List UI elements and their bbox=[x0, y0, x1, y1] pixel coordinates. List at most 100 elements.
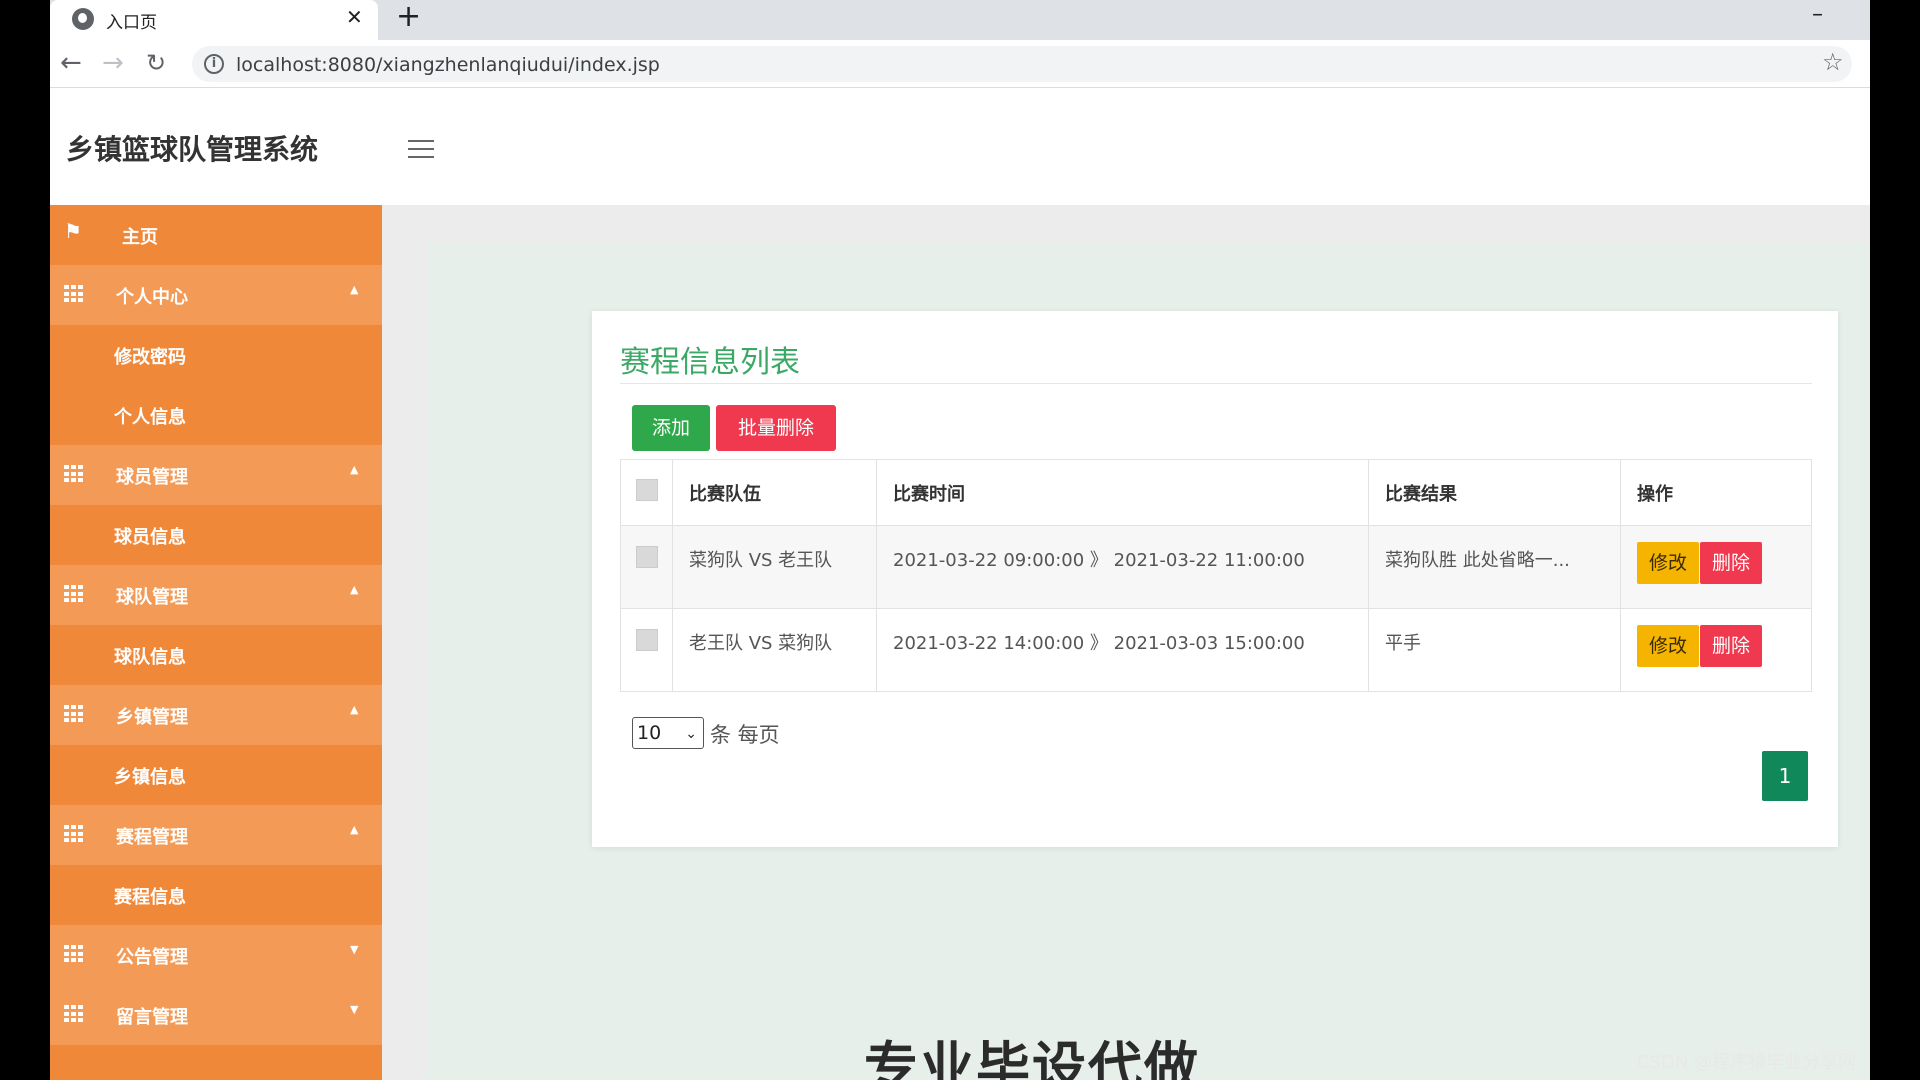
sidebar-group-announcements[interactable]: 公告管理 ▼ bbox=[50, 925, 382, 985]
sidebar-item-change-password[interactable]: 修改密码 bbox=[50, 325, 382, 385]
close-tab-icon[interactable]: ✕ bbox=[346, 6, 363, 28]
page-size-select[interactable]: 10 ⌄ bbox=[632, 717, 704, 749]
time-cell: 2021-03-22 09:00:00 》 2021-03-22 11:00:0… bbox=[876, 525, 1369, 609]
new-tab-button[interactable]: + bbox=[396, 2, 421, 32]
delete-button[interactable]: 删除 bbox=[1700, 542, 1763, 584]
sidebar-group-label: 赛程管理 bbox=[116, 827, 188, 848]
url-text[interactable]: localhost:8080/xiangzhenlanqiudui/index.… bbox=[236, 54, 660, 76]
delete-button[interactable]: 删除 bbox=[1700, 625, 1763, 667]
sidebar-group-personal[interactable]: 个人中心 ▲ bbox=[50, 265, 382, 325]
add-button[interactable]: 添加 bbox=[632, 405, 710, 451]
content-area: 赛程信息列表 添加 批量删除 比赛队伍 比赛时间 比赛结果 操作 菜狗队 VS … bbox=[428, 243, 1870, 1080]
grid-icon bbox=[64, 1005, 84, 1023]
sidebar-item-label: 个人信息 bbox=[114, 407, 186, 428]
watermark: CSDN @程序猿毕业分享网 bbox=[1636, 1052, 1856, 1073]
sidebar-item-label: 球队信息 bbox=[114, 647, 186, 668]
sidebar-group-teams[interactable]: 球队管理 ▲ bbox=[50, 565, 382, 625]
table-row: 菜狗队 VS 老王队 2021-03-22 09:00:00 》 2021-03… bbox=[620, 525, 1812, 609]
sidebar-group-label: 球队管理 bbox=[116, 587, 188, 608]
row-select-cell bbox=[620, 525, 673, 609]
sidebar-item-label: 赛程信息 bbox=[114, 887, 186, 908]
sidebar-item-label: 修改密码 bbox=[114, 347, 186, 368]
grid-icon bbox=[64, 585, 84, 603]
browser-tab[interactable]: 入口页 ✕ bbox=[50, 0, 378, 40]
grid-icon bbox=[64, 825, 84, 843]
sidebar-item-schedule-info[interactable]: 赛程信息 bbox=[50, 865, 382, 925]
time-cell: 2021-03-22 14:00:00 》 2021-03-03 15:00:0… bbox=[876, 608, 1369, 692]
sidebar-item-label: 乡镇信息 bbox=[114, 767, 186, 788]
back-arrow-icon[interactable]: ← bbox=[60, 49, 82, 77]
row-checkbox[interactable] bbox=[636, 546, 658, 568]
browser-window: 入口页 ✕ + – ← → ↻ i localhost:8080/xiangzh… bbox=[50, 0, 1870, 1080]
sidebar-item-label: 主页 bbox=[122, 227, 158, 248]
sidebar-group-label: 球员管理 bbox=[116, 467, 188, 488]
result-cell: 平手 bbox=[1368, 608, 1621, 692]
caret-up-icon: ▲ bbox=[350, 463, 359, 476]
page-title: 赛程信息列表 bbox=[620, 345, 800, 380]
column-header: 比赛时间 bbox=[876, 459, 1369, 526]
select-all-checkbox[interactable] bbox=[636, 479, 658, 501]
sidebar-group-label: 公告管理 bbox=[116, 947, 188, 968]
schedule-list-card: 赛程信息列表 添加 批量删除 比赛队伍 比赛时间 比赛结果 操作 菜狗队 VS … bbox=[592, 311, 1838, 847]
grid-icon bbox=[64, 285, 84, 303]
sidebar-group-towns[interactable]: 乡镇管理 ▲ bbox=[50, 685, 382, 745]
info-icon[interactable]: i bbox=[204, 54, 224, 74]
team-cell: 菜狗队 VS 老王队 bbox=[672, 525, 877, 609]
edit-button[interactable]: 修改 bbox=[1637, 625, 1700, 667]
sidebar-group-label: 乡镇管理 bbox=[116, 707, 188, 728]
team-cell: 老王队 VS 菜狗队 bbox=[672, 608, 877, 692]
bookmark-star-icon[interactable]: ☆ bbox=[1822, 48, 1844, 76]
batch-delete-button[interactable]: 批量删除 bbox=[716, 405, 836, 451]
grid-icon bbox=[64, 945, 84, 963]
app-header: 乡镇篮球队管理系统 bbox=[50, 88, 1870, 205]
caret-down-icon: ▼ bbox=[350, 1003, 359, 1016]
result-cell: 菜狗队胜 此处省略一... bbox=[1368, 525, 1621, 609]
table-row: 老王队 VS 菜狗队 2021-03-22 14:00:00 》 2021-03… bbox=[620, 608, 1812, 692]
sidebar-item-personal-info[interactable]: 个人信息 bbox=[50, 385, 382, 445]
schedule-table: 比赛队伍 比赛时间 比赛结果 操作 菜狗队 VS 老王队 2021-03-22 … bbox=[620, 459, 1812, 692]
page-size-label: 条 每页 bbox=[710, 723, 780, 747]
grid-icon bbox=[64, 705, 84, 723]
sidebar-group-label: 留言管理 bbox=[116, 1007, 188, 1028]
address-bar[interactable]: i localhost:8080/xiangzhenlanqiudui/inde… bbox=[192, 46, 1852, 82]
browser-toolbar: ← → ↻ i localhost:8080/xiangzhenlanqiudu… bbox=[50, 40, 1870, 88]
actions-cell: 修改 删除 bbox=[1620, 608, 1812, 692]
tab-title: 入口页 bbox=[106, 13, 157, 33]
page-size-value: 10 bbox=[637, 722, 662, 744]
caret-up-icon: ▲ bbox=[350, 583, 359, 596]
sidebar-group-schedule[interactable]: 赛程管理 ▲ bbox=[50, 805, 382, 865]
menu-toggle-icon[interactable] bbox=[408, 140, 434, 160]
tab-bar: 入口页 ✕ + – bbox=[50, 0, 1870, 40]
row-checkbox[interactable] bbox=[636, 629, 658, 651]
column-header: 比赛队伍 bbox=[672, 459, 877, 526]
sidebar-item-team-info[interactable]: 球队信息 bbox=[50, 625, 382, 685]
caret-down-icon: ▼ bbox=[350, 943, 359, 956]
caret-up-icon: ▲ bbox=[350, 703, 359, 716]
caret-up-icon: ▲ bbox=[350, 823, 359, 836]
caret-up-icon: ▲ bbox=[350, 283, 359, 296]
app-title: 乡镇篮球队管理系统 bbox=[66, 133, 319, 166]
sidebar-item-home[interactable]: ⚑ 主页 bbox=[50, 205, 382, 265]
select-all-cell bbox=[620, 459, 673, 526]
divider bbox=[620, 383, 1812, 384]
banner-heading: 专业毕设代做 bbox=[864, 1036, 1200, 1080]
minimize-window-button[interactable]: – bbox=[1812, 2, 1823, 27]
sidebar-item-player-info[interactable]: 球员信息 bbox=[50, 505, 382, 565]
forward-arrow-icon[interactable]: → bbox=[102, 49, 124, 77]
main-content: 赛程信息列表 添加 批量删除 比赛队伍 比赛时间 比赛结果 操作 菜狗队 VS … bbox=[382, 205, 1870, 1080]
page-number-button[interactable]: 1 bbox=[1762, 751, 1808, 801]
reload-icon[interactable]: ↻ bbox=[146, 49, 166, 77]
chevron-down-icon: ⌄ bbox=[685, 726, 697, 742]
column-header: 操作 bbox=[1620, 459, 1812, 526]
flag-icon: ⚑ bbox=[64, 219, 82, 243]
grid-icon bbox=[64, 465, 84, 483]
sidebar-group-messages[interactable]: 留言管理 ▼ bbox=[50, 985, 382, 1045]
column-header: 比赛结果 bbox=[1368, 459, 1621, 526]
sidebar-group-label: 个人中心 bbox=[116, 287, 188, 308]
table-header-row: 比赛队伍 比赛时间 比赛结果 操作 bbox=[620, 459, 1812, 526]
edit-button[interactable]: 修改 bbox=[1637, 542, 1700, 584]
sidebar-item-label: 球员信息 bbox=[114, 527, 186, 548]
sidebar-group-players[interactable]: 球员管理 ▲ bbox=[50, 445, 382, 505]
sidebar-item-town-info[interactable]: 乡镇信息 bbox=[50, 745, 382, 805]
sidebar: ⚑ 主页 个人中心 ▲ 修改密码 个人信息 球员管理 ▲ 球员信息 球队管理 ▲ bbox=[50, 205, 382, 1080]
